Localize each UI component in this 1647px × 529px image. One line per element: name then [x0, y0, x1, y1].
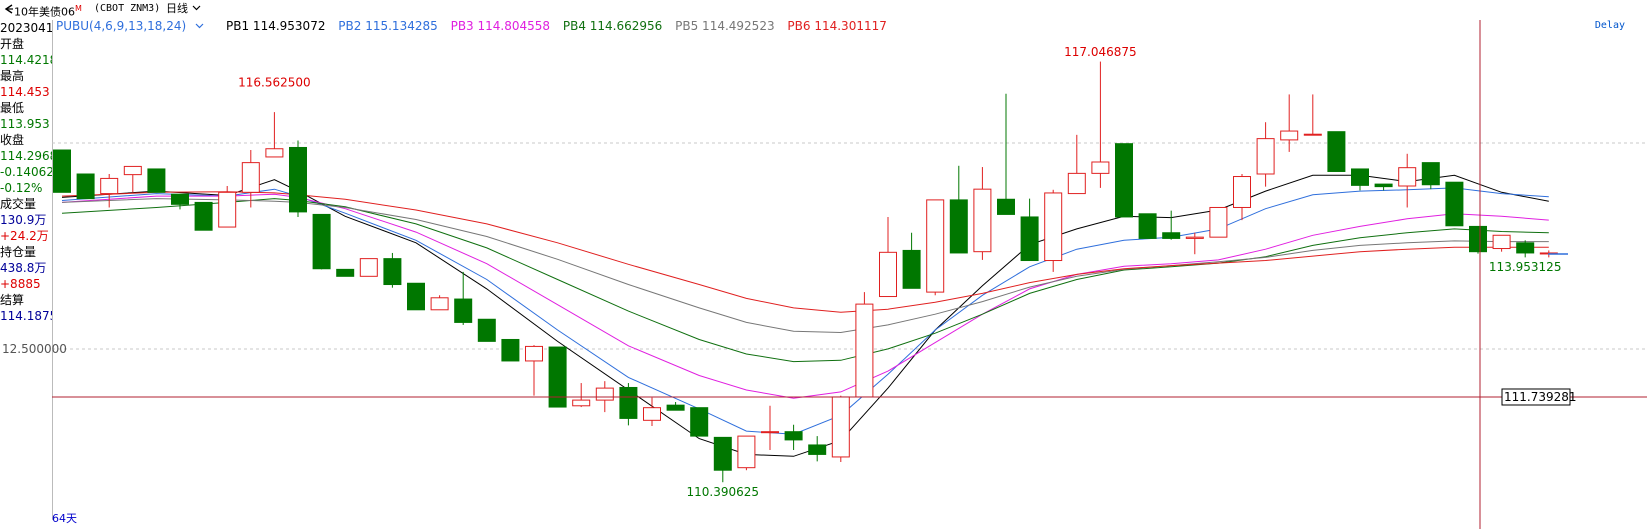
- candle-body[interactable]: [147, 168, 166, 193]
- candle-body[interactable]: [1492, 234, 1511, 250]
- candle-body[interactable]: [808, 444, 827, 455]
- candle-body[interactable]: [1327, 131, 1346, 172]
- candle-body[interactable]: [1303, 133, 1322, 136]
- candle-body[interactable]: [1138, 213, 1157, 239]
- candle-body[interactable]: [1185, 236, 1204, 239]
- candle-body[interactable]: [1233, 176, 1251, 208]
- candle-body[interactable]: [737, 435, 756, 469]
- crosshair-price-label: 111.739281: [1504, 390, 1577, 404]
- indicator-line-pb3: [61, 193, 1549, 399]
- candle-body[interactable]: [53, 149, 71, 193]
- candle-body[interactable]: [926, 199, 945, 293]
- candle-body[interactable]: [123, 165, 142, 176]
- candle-body[interactable]: [1351, 168, 1369, 186]
- candle-body[interactable]: [430, 297, 449, 311]
- candle-body[interactable]: [666, 404, 685, 411]
- candle-body[interactable]: [1020, 216, 1039, 262]
- candle-body[interactable]: [241, 162, 260, 193]
- price-annotation: 113.953125: [1489, 260, 1562, 274]
- candle-body[interactable]: [477, 318, 496, 342]
- candle-body[interactable]: [336, 268, 355, 277]
- candle-body[interactable]: [1115, 143, 1133, 218]
- candle-body[interactable]: [1209, 206, 1228, 238]
- candle-body[interactable]: [831, 396, 850, 458]
- candle-body[interactable]: [949, 199, 968, 254]
- candle-body[interactable]: [1044, 192, 1063, 262]
- candle-body[interactable]: [100, 177, 119, 195]
- candle-body[interactable]: [218, 191, 237, 228]
- candle-body[interactable]: [690, 407, 709, 437]
- candle-body[interactable]: [1280, 130, 1299, 141]
- candle-body[interactable]: [407, 282, 425, 311]
- candlestick-chart[interactable]: 12.500000 111.739281 116.562500 117.046875 1…: [0, 0, 1647, 529]
- candle-body[interactable]: [454, 298, 473, 323]
- candle-body[interactable]: [1091, 161, 1110, 174]
- candle-body[interactable]: [312, 213, 331, 270]
- indicator-line-pb4: [61, 198, 1549, 363]
- candle-body[interactable]: [1374, 183, 1393, 188]
- candle-body[interactable]: [383, 258, 402, 286]
- candle-body[interactable]: [761, 431, 779, 434]
- candle-body[interactable]: [1398, 167, 1417, 187]
- candle-body[interactable]: [1445, 181, 1464, 227]
- indicator-line-pb6: [61, 191, 1549, 313]
- candle-body[interactable]: [1421, 162, 1440, 186]
- price-annotation: 117.046875: [1064, 45, 1137, 59]
- candle-body[interactable]: [595, 387, 614, 401]
- candle-body[interactable]: [265, 148, 284, 158]
- candle-body[interactable]: [501, 338, 520, 362]
- candle-body[interactable]: [525, 345, 543, 362]
- candle-body[interactable]: [997, 198, 1015, 215]
- candle-body[interactable]: [1162, 232, 1181, 239]
- candle-body[interactable]: [548, 346, 567, 408]
- candle-body[interactable]: [1516, 242, 1535, 254]
- candle-body[interactable]: [1067, 172, 1086, 195]
- candle-body[interactable]: [194, 201, 213, 231]
- candle-body[interactable]: [879, 251, 897, 298]
- candle-body[interactable]: [76, 173, 95, 200]
- candle-body[interactable]: [784, 431, 803, 441]
- candle-body[interactable]: [643, 407, 661, 421]
- candle-body[interactable]: [572, 399, 591, 407]
- candle-body[interactable]: [171, 193, 189, 205]
- price-annotation: 110.390625: [687, 485, 760, 499]
- candle-body[interactable]: [902, 249, 921, 289]
- candle-body[interactable]: [1256, 138, 1275, 175]
- price-annotation: 116.562500: [238, 75, 311, 89]
- candle-body[interactable]: [619, 386, 638, 419]
- candle-body[interactable]: [973, 188, 992, 253]
- reference-level-label: 12.500000: [2, 342, 67, 356]
- candle-body[interactable]: [1469, 225, 1487, 253]
- candle-body[interactable]: [855, 303, 874, 398]
- candle-body[interactable]: [359, 258, 378, 277]
- indicator-line-pb1: [61, 174, 1549, 457]
- candle-body[interactable]: [713, 436, 732, 471]
- indicator-line-pb5: [61, 198, 1549, 334]
- candle-body[interactable]: [289, 146, 307, 213]
